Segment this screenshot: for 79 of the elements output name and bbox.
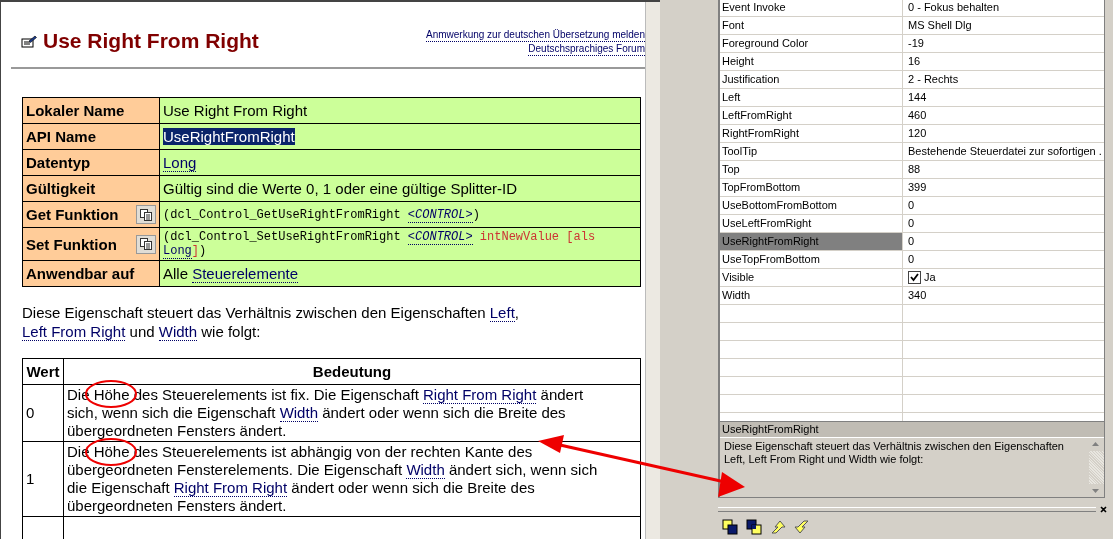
- property-name[interactable]: Foreground Color: [720, 35, 903, 52]
- property-name[interactable]: UseBottomFromBottom: [720, 197, 903, 214]
- column-header: Wert: [22, 358, 64, 385]
- description-text: Diese Eigenschaft steuert das Verhältnis zwischen den Eigenschaften Left, Left From Right und Width wie folgt:: [723, 439, 1065, 467]
- property-name[interactable]: Font: [720, 17, 903, 34]
- property-value: Ja: [924, 270, 936, 285]
- selected-text: UseRightFromRight: [163, 128, 295, 145]
- link[interactable]: <CONTROL>: [407, 230, 473, 245]
- link[interactable]: Width: [406, 461, 445, 479]
- column-header: Bedeutung: [63, 358, 641, 385]
- property-name[interactable]: Event Invoke: [720, 0, 903, 16]
- parameter-text: ]: [191, 244, 199, 258]
- property-label: API Name: [26, 128, 97, 145]
- property-value[interactable]: Bestehende Steuerdatei zur sofortigen .: [903, 143, 1104, 160]
- property-value[interactable]: 2 - Rechts: [903, 71, 1104, 88]
- property-name[interactable]: Width: [720, 287, 903, 304]
- property-value[interactable]: 340: [903, 287, 1104, 304]
- property-name[interactable]: RightFromRight: [720, 125, 903, 142]
- property-value[interactable]: 0: [903, 215, 1104, 232]
- document-edit-icon: [21, 34, 37, 48]
- property-name[interactable]: Height: [720, 53, 903, 70]
- property-value-cell: Alle Steuerelemente: [159, 260, 641, 287]
- close-icon[interactable]: [1100, 506, 1107, 513]
- move-up-icon[interactable]: [770, 519, 786, 535]
- copy-button[interactable]: [136, 234, 156, 254]
- property-value-cell: Gültig sind die Werte 0, 1 oder eine gültige Splitter-ID: [159, 175, 641, 202]
- table-cell: 1: [22, 441, 64, 517]
- send-to-back-icon[interactable]: [746, 519, 762, 535]
- property-label: Datentyp: [26, 154, 91, 171]
- property-label: Get Funktion: [26, 206, 119, 223]
- page-title: Use Right From Right: [43, 28, 259, 54]
- property-label: Set Funktion: [26, 235, 117, 253]
- table-cell: 0: [22, 384, 64, 442]
- property-value[interactable]: 0: [903, 251, 1104, 268]
- property-name[interactable]: UseRightFromRight: [720, 233, 903, 250]
- property-value[interactable]: 399: [903, 179, 1104, 196]
- property-name[interactable]: Justification: [720, 71, 903, 88]
- link[interactable]: Long: [163, 244, 192, 259]
- link[interactable]: Long: [163, 154, 197, 172]
- property-value-cell: Use Right From Right: [159, 97, 641, 124]
- property-name[interactable]: Visible: [720, 269, 903, 286]
- link[interactable]: <CONTROL>: [407, 207, 473, 223]
- property-name[interactable]: UseTopFromBottom: [720, 251, 903, 268]
- property-value-cell: (dcl_Control_SetUseRightFromRight <CONTROL> intNewValue [als Long]): [159, 227, 641, 261]
- property-name[interactable]: Top: [720, 161, 903, 178]
- property-label: Anwendbar auf: [26, 265, 135, 282]
- property-value[interactable]: 0 - Fokus behalten: [903, 0, 1104, 16]
- property-value[interactable]: 120: [903, 125, 1104, 142]
- link[interactable]: Steuerelemente: [192, 265, 299, 283]
- scrollbar[interactable]: [645, 2, 660, 539]
- link[interactable]: Width: [279, 404, 318, 422]
- parameter-text: intNewValue [als: [478, 230, 596, 244]
- description-paragraph: Diese Eigenschaft steuert das Verhältnis zwischen den Eigenschaften Left, Left From Right und Width wie folgt:: [22, 303, 520, 341]
- property-value[interactable]: 16: [903, 53, 1104, 70]
- property-name[interactable]: UseLeftFromRight: [720, 215, 903, 232]
- link[interactable]: Left: [489, 304, 515, 322]
- link[interactable]: Right From Right: [173, 479, 288, 497]
- property-name[interactable]: LeftFromRight: [720, 107, 903, 124]
- property-value[interactable]: 0: [903, 233, 1104, 250]
- property-value[interactable]: MS Shell Dlg: [903, 17, 1104, 34]
- property-label: Lokaler Name: [26, 102, 125, 119]
- copy-button[interactable]: [136, 205, 156, 224]
- property-value-cell: (dcl_Control_GetUseRightFromRight <CONTROL>): [159, 201, 641, 228]
- link[interactable]: Right From Right: [423, 386, 537, 404]
- property-name[interactable]: TopFromBottom: [720, 179, 903, 196]
- property-value[interactable]: -19: [903, 35, 1104, 52]
- property-value[interactable]: 144: [903, 89, 1104, 106]
- property-value[interactable]: 88: [903, 161, 1104, 178]
- property-name[interactable]: ToolTip: [720, 143, 903, 160]
- checkbox[interactable]: [908, 271, 921, 284]
- property-value[interactable]: 460: [903, 107, 1104, 124]
- move-down-icon[interactable]: [794, 519, 810, 535]
- property-label: Gültigkeit: [26, 180, 96, 197]
- description-title: UseRightFromRight: [720, 422, 1104, 438]
- property-value[interactable]: 0: [903, 197, 1104, 214]
- link[interactable]: Width: [158, 323, 198, 341]
- bring-to-front-icon[interactable]: [722, 519, 738, 535]
- property-name[interactable]: Left: [720, 89, 903, 106]
- link[interactable]: Left From Right: [22, 323, 126, 341]
